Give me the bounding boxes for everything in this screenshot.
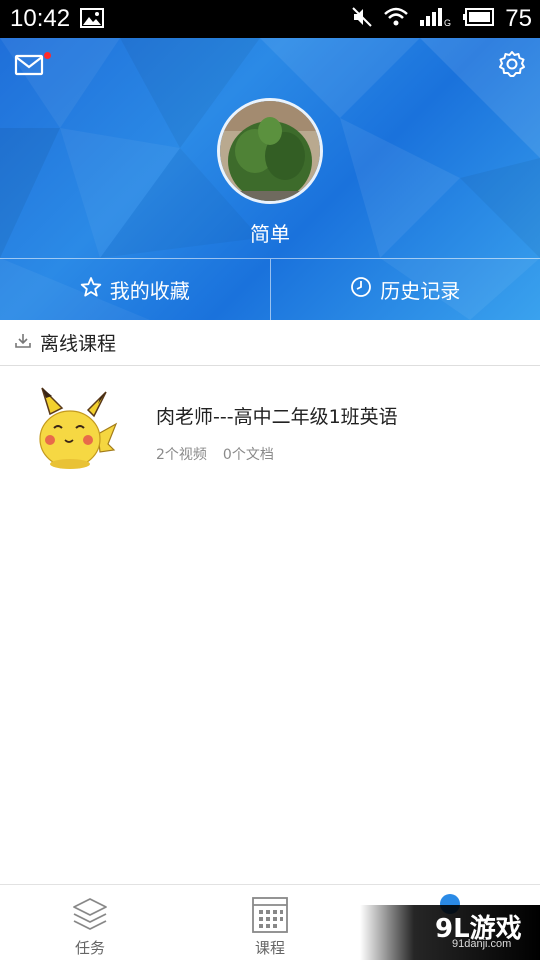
layers-icon: [70, 895, 110, 935]
favorites-button[interactable]: 我的收藏: [0, 259, 270, 320]
profile-header: 简单 我的收藏 历史记录: [0, 38, 540, 320]
star-icon: [80, 276, 102, 303]
avatar[interactable]: [217, 98, 323, 204]
course-title: 肉老师---高中二年级1班英语: [156, 406, 398, 428]
offline-courses-title: 离线课程: [40, 333, 117, 355]
header-actions: 我的收藏 历史记录: [0, 258, 540, 320]
svg-text:G: G: [444, 18, 451, 28]
nav-label-tasks: 任务: [74, 939, 105, 957]
mail-icon[interactable]: [14, 52, 46, 78]
wifi-icon: [383, 6, 409, 32]
clock-icon: [350, 276, 372, 303]
favorites-label: 我的收藏: [109, 279, 190, 303]
mute-icon: [351, 6, 373, 32]
course-meta: 2个视频 0个文档: [156, 444, 274, 464]
unread-badge: [44, 52, 51, 59]
battery-icon: [463, 7, 495, 31]
course-list-item[interactable]: 肉老师---高中二年级1班英语 2个视频 0个文档: [0, 372, 540, 482]
calendar-grid-icon: [250, 895, 290, 935]
history-button[interactable]: 历史记录: [269, 259, 540, 320]
status-time: 10:42: [10, 5, 71, 32]
nav-label-courses: 课程: [254, 939, 285, 957]
course-thumbnail: [28, 384, 118, 474]
username: 简单: [250, 222, 290, 246]
status-bar: 10:42 G 75: [0, 0, 540, 38]
nav-tab-courses[interactable]: 课程: [180, 885, 360, 960]
nav-tab-tasks[interactable]: 任务: [0, 885, 180, 960]
offline-courses-header: 离线课程: [0, 320, 540, 366]
image-icon: [80, 8, 104, 32]
download-icon: [14, 332, 32, 354]
history-label: 历史记录: [380, 279, 461, 303]
course-doc-count: 0个文档: [222, 447, 274, 463]
settings-icon[interactable]: [498, 50, 526, 78]
battery-level: 75: [505, 5, 532, 32]
watermark-url: 91danji.com: [452, 938, 512, 950]
signal-icon: G: [419, 6, 453, 32]
course-video-count: 2个视频: [156, 447, 207, 463]
status-icons: G 75: [351, 5, 532, 33]
